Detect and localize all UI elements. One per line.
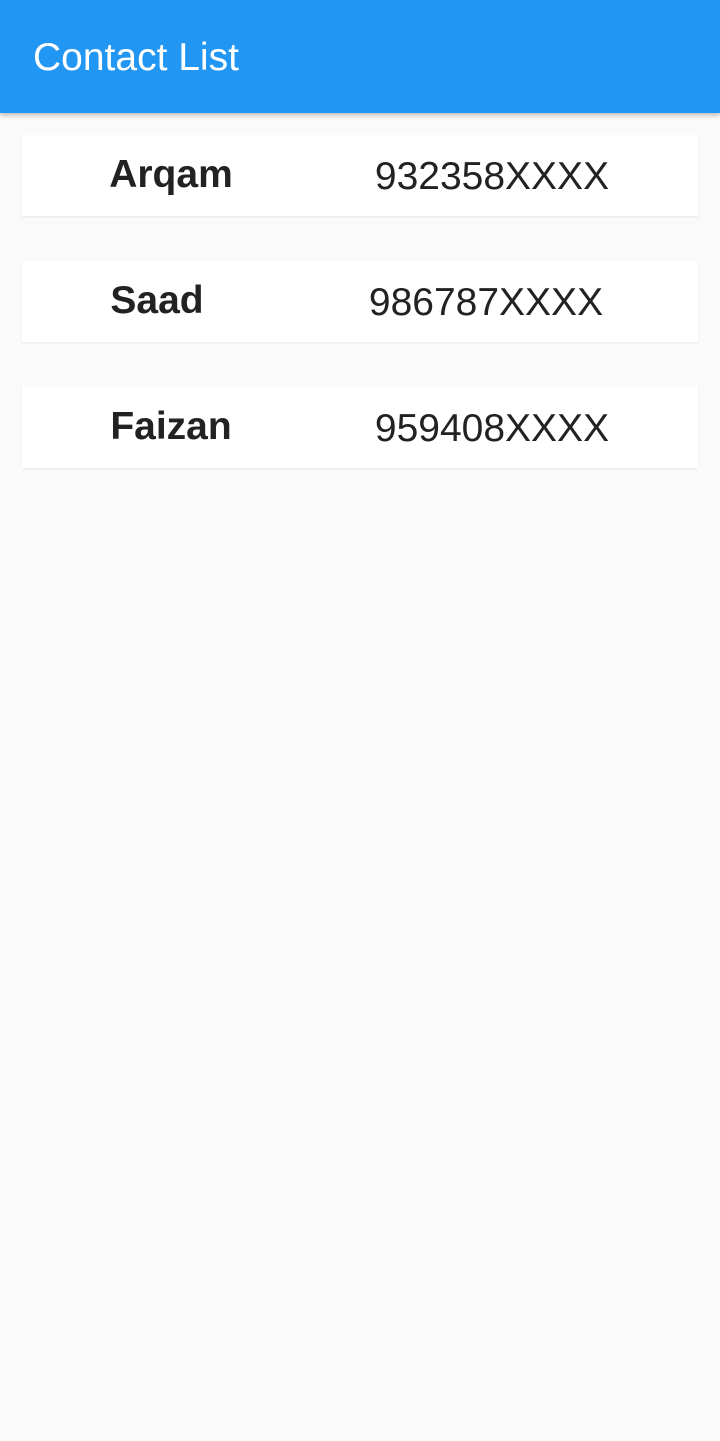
contact-list: Arqam 932358XXXX Saad 986787XXXX Faizan … <box>22 135 698 513</box>
contact-name: Arqam <box>109 153 233 196</box>
app-bar: Contact List <box>0 0 720 113</box>
contact-phone: 986787XXXX <box>368 281 604 324</box>
contact-card-arqam[interactable]: Arqam 932358XXXX <box>22 135 698 216</box>
contact-phone: 959408XXXX <box>374 407 610 450</box>
contact-card-faizan[interactable]: Faizan 959408XXXX <box>22 387 698 468</box>
contact-card-saad[interactable]: Saad 986787XXXX <box>22 261 698 342</box>
contact-name: Faizan <box>110 405 232 448</box>
contact-name: Saad <box>110 279 204 322</box>
app-title: Contact List <box>33 36 239 79</box>
contact-phone: 932358XXXX <box>374 155 610 198</box>
